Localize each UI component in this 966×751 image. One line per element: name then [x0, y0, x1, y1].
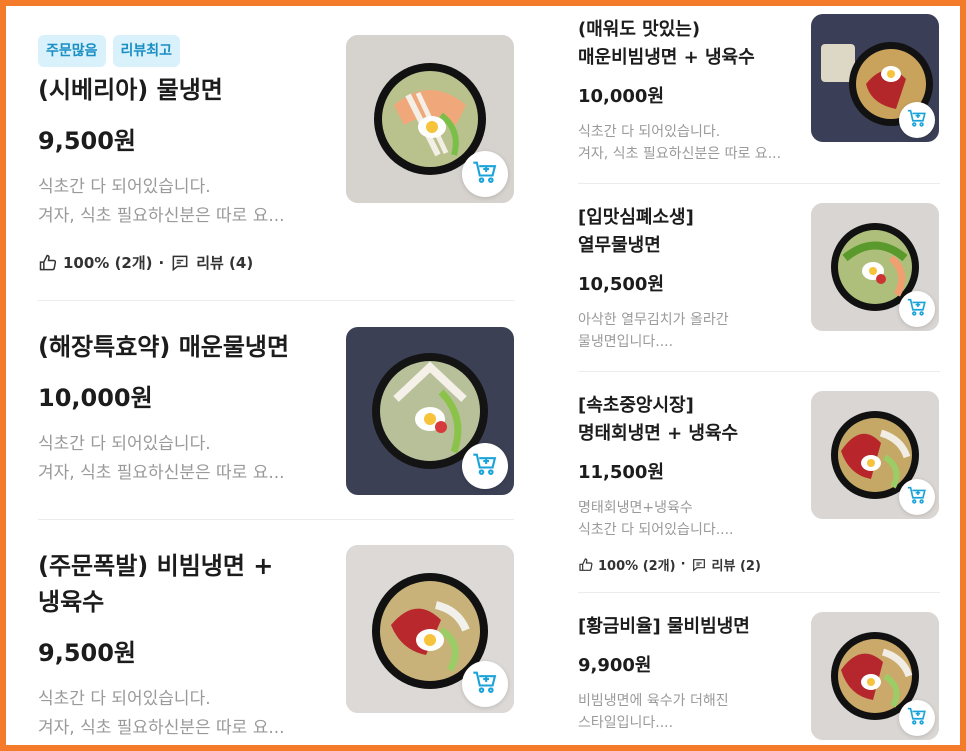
menu-item-spicy-mulnaengmyeon[interactable]: (해장특효약) 매운물냉면 10,000원 식초간 다 되어있습니다. 겨자, … [6, 301, 546, 519]
add-to-cart-button[interactable] [899, 102, 935, 138]
menu-item-yeolmu-mulnaengmyeon[interactable]: [입맛심폐소생] 열무물냉면 10,500원 아삭한 열무김치가 올라간 물냉면… [552, 184, 960, 371]
badge-popular-orders: 주문많음 [38, 35, 106, 67]
review-bubble-icon [170, 253, 190, 273]
stats-separator: · [680, 557, 686, 572]
add-to-cart-button[interactable] [899, 700, 935, 736]
menu-item-price: 9,500원 [38, 639, 136, 667]
menu-item-description: 비빔냉면에 육수가 더해진 스타일입니다.... [578, 693, 729, 731]
menu-item-name: [속초중앙시장] 명태회냉면 + 냉육수 [578, 395, 739, 444]
cart-add-icon [906, 705, 928, 731]
menu-item-description: 식초간 다 되어있습니다. 겨자, 식초 필요하신분은 따로 요... [578, 124, 782, 162]
menu-item-price: 10,500원 [578, 274, 665, 295]
add-to-cart-button[interactable] [899, 479, 935, 515]
badge-group: 주문많음 리뷰최고 [38, 35, 181, 67]
menu-item-photo [811, 391, 939, 519]
menu-item-description: 식초간 다 되어있습니다. 겨자, 식초 필요하신분은 따로 요... [38, 177, 285, 226]
like-rate: 100% (2개) [598, 559, 676, 574]
cart-add-icon [906, 484, 928, 510]
menu-item-name: (주문폭발) 비빔냉면 + 냉육수 [38, 552, 274, 616]
menu-item-photo [346, 545, 514, 713]
menu-item-spicy-bibim-naengyuksu[interactable]: (매워도 맛있는) 매운비빔냉면 + 냉육수 10,000원 식초간 다 되어있… [552, 0, 960, 183]
menu-item-mulbibim-naengmyeon[interactable]: [황금비율] 물비빔냉면 9,900원 비빔냉면에 육수가 더해진 스타일입니다… [552, 593, 960, 751]
review-count-link[interactable]: 리뷰 (2) [712, 555, 761, 574]
thumbs-up-icon [38, 253, 58, 273]
menu-item-name: (해장특효약) 매운물냉면 [38, 333, 290, 361]
add-to-cart-button[interactable] [899, 291, 935, 327]
menu-item-myeongtaehoe-naengmyeon[interactable]: [속초중앙시장] 명태회냉면 + 냉육수 11,500원 명태회냉면+냉육수 식… [552, 372, 960, 592]
like-rate: 100% (2개) [63, 254, 153, 272]
menu-item-name: [황금비율] 물비빔냉면 [578, 616, 750, 637]
cart-add-icon [471, 158, 499, 190]
add-to-cart-button[interactable] [462, 151, 508, 197]
menu-list-right: (매워도 맛있는) 매운비빔냉면 + 냉육수 10,000원 식초간 다 되어있… [552, 0, 960, 751]
menu-list-left: 주문많음 리뷰최고 (시베리아) 물냉면 9,500원 식초간 다 되어있습니다… [6, 0, 546, 751]
menu-item-photo [346, 35, 514, 203]
menu-item-siberia-mulnaengmyeon[interactable]: 주문많음 리뷰최고 (시베리아) 물냉면 9,500원 식초간 다 되어있습니다… [6, 0, 546, 300]
menu-item-photo [346, 327, 514, 495]
thumbs-up-icon [578, 557, 594, 573]
menu-item-photo [811, 203, 939, 331]
menu-item-bibim-naengmyeon[interactable]: (주문폭발) 비빔냉면 + 냉육수 9,500원 식초간 다 되어있습니다. 겨… [6, 520, 546, 751]
menu-item-description: 아삭한 열무김치가 올라간 물냉면입니다.... [578, 312, 729, 350]
menu-item-stats: 100% (2개) · 리뷰 (2) [578, 555, 761, 574]
menu-item-photo [811, 612, 939, 740]
menu-item-name: (시베리아) 물냉면 [38, 76, 223, 104]
stats-separator: · [158, 253, 165, 272]
review-count-link[interactable]: 리뷰 (4) [196, 252, 253, 273]
menu-item-stats: 100% (2개) · 리뷰 (4) [38, 252, 253, 273]
badge-best-reviews: 리뷰최고 [112, 35, 181, 67]
cart-add-icon [906, 296, 928, 322]
menu-item-description: 명태회냉면+냉육수 식초간 다 되어있습니다.... [578, 500, 734, 538]
menu-item-price: 10,000원 [578, 86, 665, 107]
menu-item-price: 9,500원 [38, 127, 136, 155]
menu-item-price: 11,500원 [578, 462, 665, 483]
cart-add-icon [471, 668, 499, 700]
menu-item-name: [입맛심폐소생] 열무물냉면 [578, 207, 694, 256]
review-bubble-icon [691, 557, 707, 573]
cart-add-icon [471, 450, 499, 482]
menu-item-price: 9,900원 [578, 655, 652, 676]
menu-item-description: 식초간 다 되어있습니다. 겨자, 식초 필요하신분은 따로 요... [38, 689, 285, 738]
cart-add-icon [906, 107, 928, 133]
menu-item-price: 10,000원 [38, 384, 153, 412]
add-to-cart-button[interactable] [462, 661, 508, 707]
menu-item-name: (매워도 맛있는) 매운비빔냉면 + 냉육수 [578, 19, 755, 68]
menu-item-description: 식초간 다 되어있습니다. 겨자, 식초 필요하신분은 따로 요... [38, 434, 285, 483]
add-to-cart-button[interactable] [462, 443, 508, 489]
menu-item-photo [811, 14, 939, 142]
